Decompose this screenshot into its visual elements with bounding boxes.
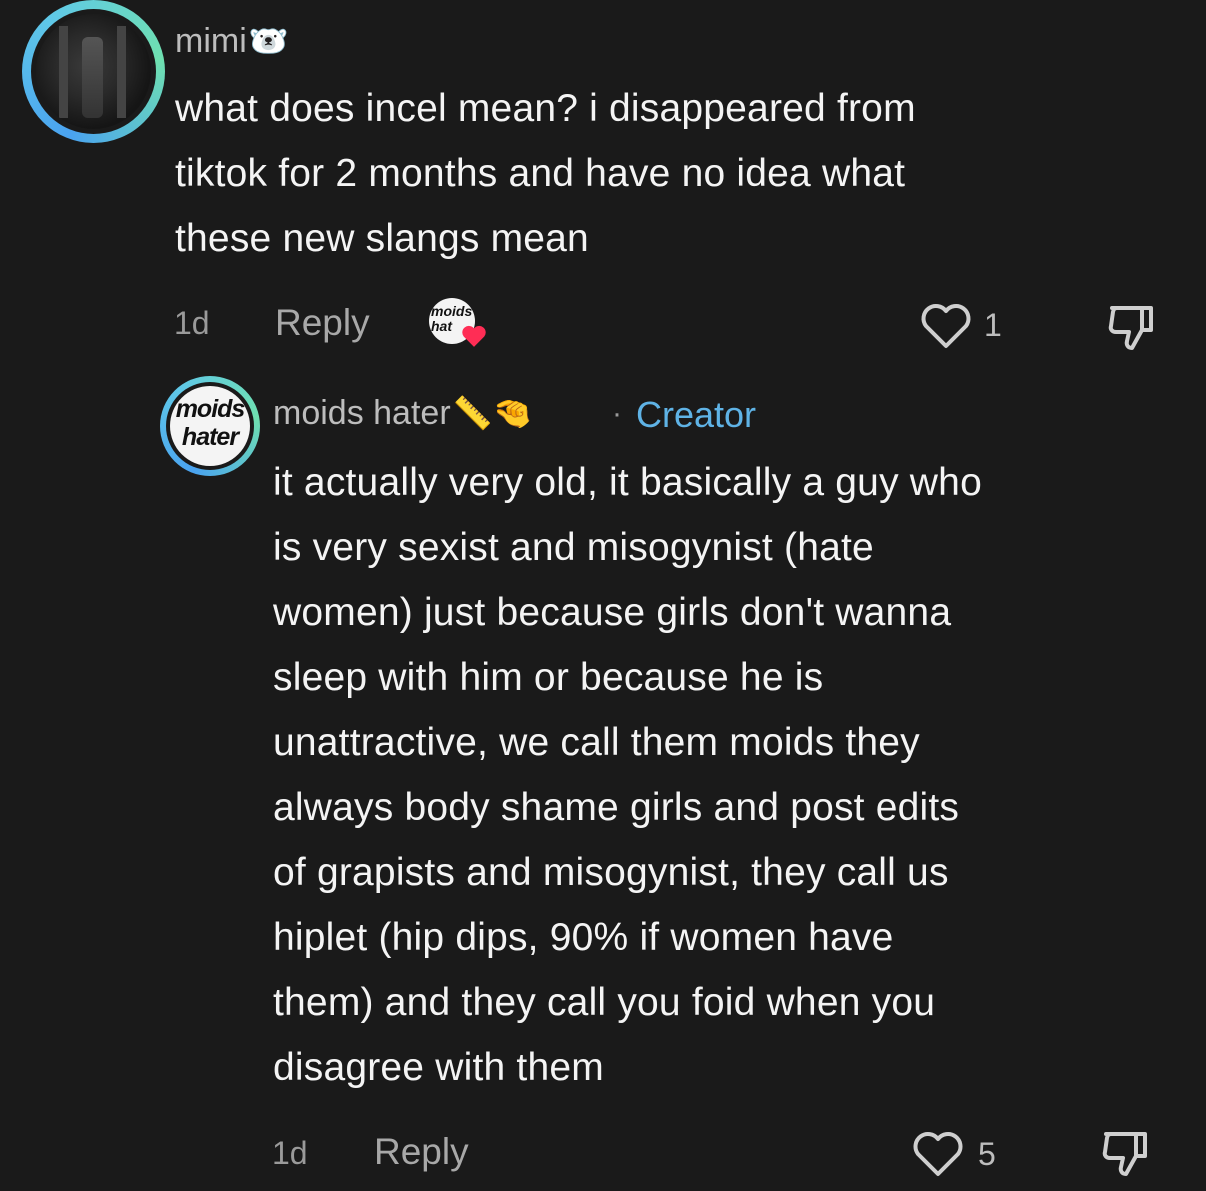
reply-button[interactable]: Reply xyxy=(374,1131,469,1173)
comment-time: 1d xyxy=(174,305,210,341)
avatar[interactable] xyxy=(31,9,156,134)
comment-line: is very sexist and misogynist (hate xyxy=(273,526,874,569)
comment-line: it actually very old, it basically a guy… xyxy=(273,461,982,504)
heart-outline-icon[interactable] xyxy=(912,1130,964,1178)
avatar-photo: moids hater xyxy=(170,386,250,466)
heart-outline-icon[interactable] xyxy=(920,302,972,350)
username[interactable]: mimi🐻‍❄️ xyxy=(175,22,289,61)
comment-line: these new slangs mean xyxy=(175,217,589,260)
username-text: moids hater xyxy=(273,394,451,432)
comment-line: of grapists and misogynist, they call us xyxy=(273,851,949,894)
polar-bear-emoji-icon: 🐻‍❄️ xyxy=(248,23,289,59)
reply-item: moids hater moids hater📏🤏 · Creator it a… xyxy=(0,370,1206,1191)
separator-dot: · xyxy=(612,397,622,430)
thumbs-down-outline-icon[interactable] xyxy=(1104,300,1160,354)
comment-line: them) and they call you foid when you xyxy=(273,981,936,1024)
comment-line: disagree with them xyxy=(273,1046,604,1089)
avatar-photo xyxy=(36,14,151,129)
comment-time: 1d xyxy=(272,1135,308,1171)
like-count: 5 xyxy=(978,1136,996,1172)
creator-tag: Creator xyxy=(636,394,757,435)
comment-line: always body shame girls and post edits xyxy=(273,786,960,829)
comment-text: what does incel mean? i disappeared from… xyxy=(175,76,1175,271)
comment-line: tiktok for 2 months and have no idea wha… xyxy=(175,152,906,195)
comment-item: mimi🐻‍❄️ what does incel mean? i disappe… xyxy=(0,0,1206,370)
comment-line: what does incel mean? i disappeared from xyxy=(175,87,916,130)
like-count: 1 xyxy=(984,307,1002,343)
comment-line: unattractive, we call them moids they xyxy=(273,721,920,764)
comment-text: it actually very old, it basically a guy… xyxy=(273,450,1193,1100)
heart-badge-icon xyxy=(462,325,486,347)
reply-button[interactable]: Reply xyxy=(275,302,370,344)
username[interactable]: moids hater📏🤏 xyxy=(273,394,532,433)
thumbs-down-outline-icon[interactable] xyxy=(1098,1126,1154,1180)
avatar[interactable]: moids hater xyxy=(166,382,254,470)
ruler-pinching-emoji-icon: 📏🤏 xyxy=(452,395,533,431)
comment-line: hiplet (hip dips, 90% if women have xyxy=(273,916,894,959)
comment-line: sleep with him or because he is xyxy=(273,656,824,699)
username-text: mimi xyxy=(175,22,247,60)
comment-line: women) just because girls don't wanna xyxy=(273,591,952,634)
creator-liked-badge: moids hat xyxy=(429,298,487,350)
